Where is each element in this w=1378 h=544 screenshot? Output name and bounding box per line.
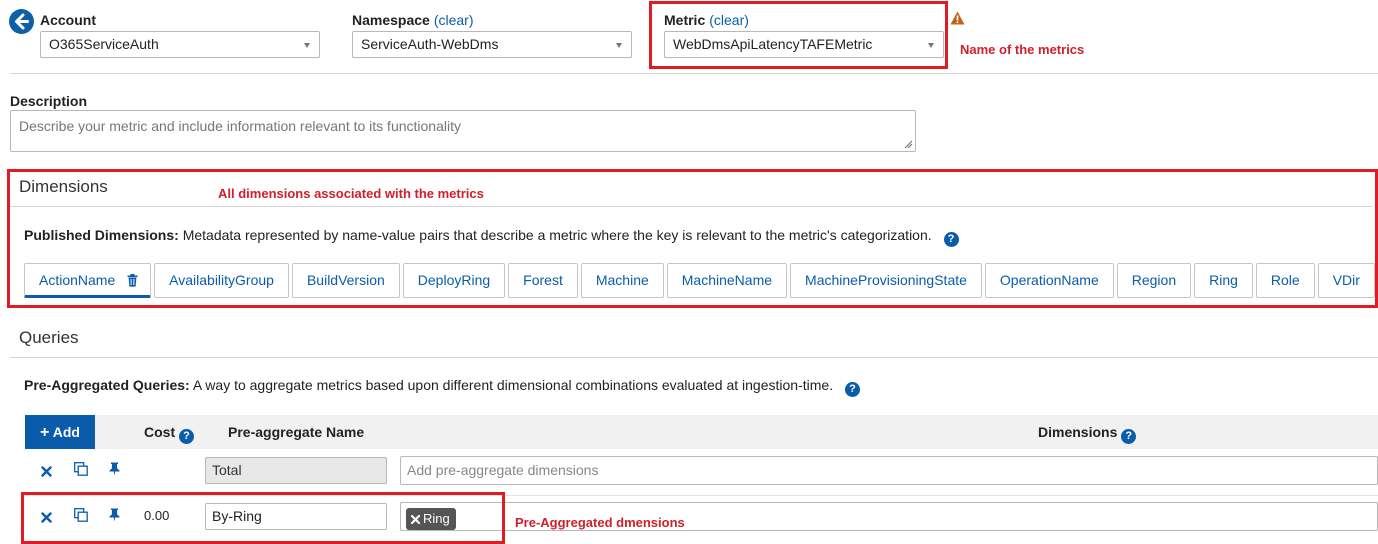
dimension-tab-deployring[interactable]: DeployRing [402, 263, 506, 298]
pre-aggregated-queries-line: Pre-Aggregated Queries: A way to aggrega… [24, 377, 860, 397]
dimension-tab-ring[interactable]: Ring [1194, 263, 1253, 298]
copy-icon[interactable] [74, 462, 88, 479]
chevron-down-icon [616, 43, 622, 48]
cost-header-label: Cost [144, 424, 176, 440]
chevron-down-icon [304, 43, 310, 48]
dimensions-annotation: All dimensions associated with the metri… [218, 186, 484, 201]
dimensions-title: Dimensions [19, 177, 108, 196]
dimension-tab-machine[interactable]: Machine [580, 263, 664, 298]
namespace-label: Namespace [352, 12, 430, 28]
trash-icon[interactable] [127, 266, 138, 299]
divider [10, 357, 1378, 358]
dimensions-column-header: Dimensions ? [1038, 424, 1137, 444]
dimension-tab-buildversion[interactable]: BuildVersion [291, 263, 400, 298]
namespace-select[interactable]: ServiceAuth-WebDms [352, 31, 632, 58]
published-dimensions-text: Metadata represented by name-value pairs… [182, 227, 932, 243]
pre-aggregated-queries-text: A way to aggregate metrics based upon di… [192, 377, 834, 393]
warning-icon [950, 11, 965, 28]
description-textarea[interactable]: Describe your metric and include informa… [10, 110, 916, 152]
pin-icon[interactable] [109, 462, 120, 479]
help-icon[interactable]: ? [943, 232, 959, 247]
name-column-header: Pre-aggregate Name [228, 424, 365, 440]
dimension-tab-label: ActionName [39, 272, 116, 288]
dimension-tab-operationname[interactable]: OperationName [984, 263, 1114, 298]
add-pre-aggregate-button[interactable]: + Add [25, 415, 95, 449]
plus-icon: + [40, 424, 50, 441]
back-arrow-icon[interactable] [9, 9, 34, 34]
dimension-tab-availabilitygroup[interactable]: AvailabilityGroup [154, 263, 289, 298]
published-dimensions-line: Published Dimensions: Metadata represent… [24, 227, 959, 247]
help-icon[interactable]: ? [179, 429, 195, 444]
dimensions-header-label: Dimensions [1038, 424, 1118, 440]
pre-aggregate-dimensions-input[interactable]: Add pre-aggregate dimensions [400, 456, 1378, 485]
pre-aggregated-queries-label: Pre-Aggregated Queries: [24, 377, 190, 393]
resize-handle-icon[interactable] [903, 139, 913, 149]
dimension-tab-forest[interactable]: Forest [508, 263, 578, 298]
namespace-label-group: Namespace (clear) [352, 12, 474, 28]
description-placeholder: Describe your metric and include informa… [19, 118, 461, 134]
metric-highlight-box [649, 1, 948, 69]
dimension-tab-machinename[interactable]: MachineName [666, 263, 788, 298]
close-icon[interactable] [41, 464, 52, 480]
divider [10, 206, 1372, 207]
help-icon[interactable]: ? [1121, 429, 1137, 444]
dimension-tab-role[interactable]: Role [1255, 263, 1315, 298]
account-select-value: O365ServiceAuth [49, 36, 159, 52]
pre-aggregate-highlight-box [21, 492, 505, 544]
divider [10, 73, 1378, 74]
description-label: Description [10, 93, 88, 109]
add-button-label: Add [52, 424, 80, 440]
help-icon[interactable]: ? [844, 382, 860, 397]
dimension-tab-actionname[interactable]: ActionName [24, 263, 152, 299]
namespace-clear-link[interactable]: (clear) [434, 12, 474, 28]
pre-aggregate-annotation: Pre-Aggregated dmensions [515, 515, 685, 530]
dimension-tab-region[interactable]: Region [1116, 263, 1192, 298]
pre-aggregate-name-input[interactable]: Total [205, 457, 387, 484]
queries-title: Queries [19, 328, 79, 347]
published-dimensions-label: Published Dimensions: [24, 227, 179, 243]
dimension-tab-vdir[interactable]: VDir [1317, 263, 1375, 298]
dimensions-tab-list: ActionName AvailabilityGroup BuildVersio… [24, 263, 1378, 298]
metric-annotation: Name of the metrics [960, 42, 1085, 57]
cost-column-header: Cost ? [144, 424, 195, 444]
dimension-tab-machineprovisioningstate[interactable]: MachineProvisioningState [790, 263, 982, 298]
account-select[interactable]: O365ServiceAuth [40, 31, 320, 58]
account-label: Account [40, 12, 96, 28]
namespace-select-value: ServiceAuth-WebDms [361, 36, 499, 52]
